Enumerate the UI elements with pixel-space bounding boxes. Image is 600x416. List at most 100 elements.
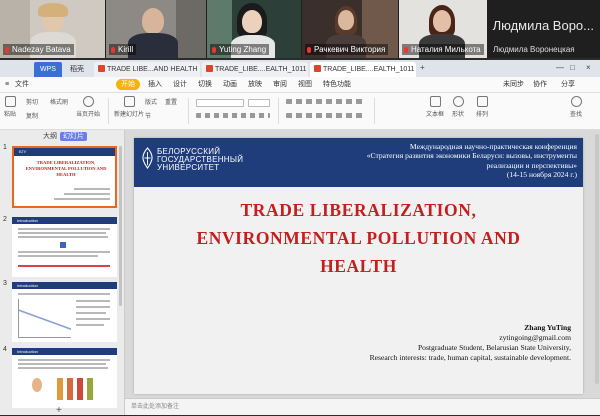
separator: [278, 98, 279, 124]
reset-button[interactable]: 重置: [165, 97, 177, 106]
paste-button[interactable]: 粘贴: [4, 96, 16, 118]
maximize-icon[interactable]: □: [570, 63, 575, 72]
participant-tile[interactable]: Kirill: [106, 0, 206, 58]
font-size-select[interactable]: [248, 99, 270, 107]
thumb-header: Introduction: [12, 217, 117, 224]
participant-tile[interactable]: Рачкевич Виктория: [302, 0, 398, 58]
tab-docer[interactable]: 稻壳: [66, 62, 92, 77]
thumb-text-line: [76, 324, 104, 326]
speaker-banner: Людмила Воро...: [492, 18, 594, 33]
menu-special[interactable]: 特色功能: [320, 77, 354, 92]
menu-insert[interactable]: 插入: [145, 77, 165, 92]
menu-review[interactable]: 审阅: [270, 77, 290, 92]
new-slide-icon: [123, 96, 135, 107]
participant-name: Nadezay Batava: [3, 44, 74, 55]
canvas-scrollbar[interactable]: [595, 134, 599, 384]
font-select[interactable]: [196, 99, 244, 107]
author-affiliation: Postgraduate Student, Belarusian State U…: [417, 343, 571, 352]
copy-button[interactable]: 复制: [26, 111, 38, 120]
menu-unsynced[interactable]: 未同步: [500, 77, 527, 92]
tab-document-active[interactable]: TRADE_LIBE....EALTH_1011×: [310, 62, 416, 77]
slide-thumbnail-panel: 大纲 幻灯片 1 БГУ TRADE LIBERALIZATION, ENVIR…: [0, 130, 125, 416]
add-slide-icon[interactable]: +: [56, 405, 62, 416]
participant-tile[interactable]: Наталия Милькота: [399, 0, 487, 58]
thumb-number: 1: [3, 144, 7, 151]
menu-transition[interactable]: 切换: [195, 77, 215, 92]
author-name: Zhang YuTing: [524, 323, 571, 332]
menu-bar: ≡ 文件 开始 插入 设计 切换 动画 放映 审阅 视图 特色功能 未同步 协作…: [0, 77, 600, 93]
notes-field[interactable]: 单击此处添加备注: [125, 398, 600, 415]
cut-button[interactable]: 剪切: [26, 97, 38, 106]
participant-tile[interactable]: Людмила Воро... Людмила Воронецкая: [488, 0, 600, 58]
new-slide-button[interactable]: 新建幻灯片: [114, 96, 144, 118]
slide-thumbnail[interactable]: Introduction: [12, 348, 117, 408]
slide-title: TRADE LIBERALIZATION, ENVIRONMENTAL POLL…: [196, 200, 521, 276]
thumb-title: TRADE LIBERALIZATION, ENVIRONMENTAL POLL…: [25, 160, 107, 177]
menu-design[interactable]: 设计: [170, 77, 190, 92]
thumb-text-line: [18, 359, 110, 361]
close-window-icon[interactable]: ×: [586, 63, 591, 72]
tab-document[interactable]: TRADE_LIBE....EALTH_1011×: [202, 62, 308, 77]
slide-thumbnail-active[interactable]: БГУ TRADE LIBERALIZATION, ENVIRONMENTAL …: [12, 146, 117, 208]
tab-outline[interactable]: 大纲: [40, 132, 60, 141]
participant-tile-active[interactable]: Yuting Zhang: [207, 0, 301, 58]
minimize-icon[interactable]: —: [556, 63, 564, 72]
thumb-text-line: [18, 363, 106, 365]
thumb-text-line: [18, 236, 108, 238]
format-painter-button[interactable]: 格式刷: [50, 97, 68, 106]
font-style-buttons[interactable]: [196, 113, 270, 118]
wps-presentation-window: WPS 稻壳 TRADE LIBE...AND HEALTH TRADE_LIB…: [0, 60, 600, 416]
tab-document[interactable]: TRADE LIBE...AND HEALTH: [94, 62, 200, 77]
menu-file[interactable]: 文件: [12, 77, 32, 92]
tab-bar: WPS 稻壳 TRADE LIBE...AND HEALTH TRADE_LIB…: [0, 60, 600, 77]
participant-name: Людмила Воронецкая: [493, 45, 575, 54]
arrange-button[interactable]: 排列: [476, 96, 488, 118]
separator: [188, 98, 189, 124]
participant-name: Kirill: [109, 44, 137, 55]
shape-button[interactable]: 形状: [452, 96, 464, 118]
wps-home-tab[interactable]: WPS: [34, 62, 62, 77]
participant-name: Наталия Милькота: [402, 44, 484, 55]
alignment-buttons[interactable]: [286, 113, 366, 118]
panel-scrollbar[interactable]: [119, 146, 122, 306]
thumb-text-line: [76, 312, 106, 314]
new-tab-icon[interactable]: +: [420, 63, 425, 72]
university-name: БЕЛОРУССКИЙ ГОСУДАРСТВЕННЫЙ УНИВЕРСИТЕТ: [157, 147, 244, 172]
search-icon: [570, 96, 582, 107]
menu-animation[interactable]: 动画: [220, 77, 240, 92]
current-slide[interactable]: БЕЛОРУССКИЙ ГОСУДАРСТВЕННЫЙ УНИВЕРСИТЕТ …: [134, 138, 583, 394]
participant-tile[interactable]: Nadezay Batava: [0, 0, 105, 58]
slide-thumbnail[interactable]: Introduction: [12, 217, 117, 277]
tab-label: TRADE_LIBE....EALTH_1011: [323, 66, 415, 73]
menu-collaborate[interactable]: 协作: [530, 77, 550, 92]
menu-share[interactable]: 分享: [558, 77, 578, 92]
tab-label: TRADE LIBE...AND HEALTH: [107, 66, 198, 73]
slide-header-band: БЕЛОРУССКИЙ ГОСУДАРСТВЕННЫЙ УНИВЕРСИТЕТ …: [134, 138, 583, 187]
section-button[interactable]: 节: [145, 111, 151, 120]
find-button[interactable]: 查找: [570, 96, 582, 118]
menu-home[interactable]: 开始: [116, 79, 140, 90]
paste-icon: [4, 96, 16, 107]
separator: [374, 98, 375, 124]
presentation-icon: [206, 65, 213, 72]
hamburger-icon[interactable]: ≡: [2, 77, 12, 92]
thumb-text-line: [54, 198, 110, 200]
author-email: zytingoing@gmail.com: [499, 333, 571, 342]
thumb-text-line: [18, 367, 108, 369]
layout-button[interactable]: 版式: [145, 97, 157, 106]
conference-info: Международная научно-практическая конфер…: [366, 142, 577, 180]
thumb-text-line: [76, 306, 110, 308]
menu-slideshow[interactable]: 放映: [245, 77, 265, 92]
slide-thumbnail[interactable]: Introduction: [12, 282, 117, 342]
menu-view[interactable]: 视图: [295, 77, 315, 92]
play-from-current-button[interactable]: 当页开始: [76, 96, 100, 118]
thumb-text-line: [18, 228, 110, 230]
participant-name: Yuting Zhang: [210, 44, 270, 55]
thumb-text-line: [18, 232, 106, 234]
textbox-button[interactable]: 文本框: [426, 96, 444, 118]
thumb-text-line: [74, 188, 110, 190]
thumb-text-line: [76, 300, 110, 302]
thumb-text-line: [18, 251, 110, 253]
tab-slides[interactable]: 幻灯片: [60, 132, 87, 141]
paragraph-buttons[interactable]: [286, 99, 366, 104]
